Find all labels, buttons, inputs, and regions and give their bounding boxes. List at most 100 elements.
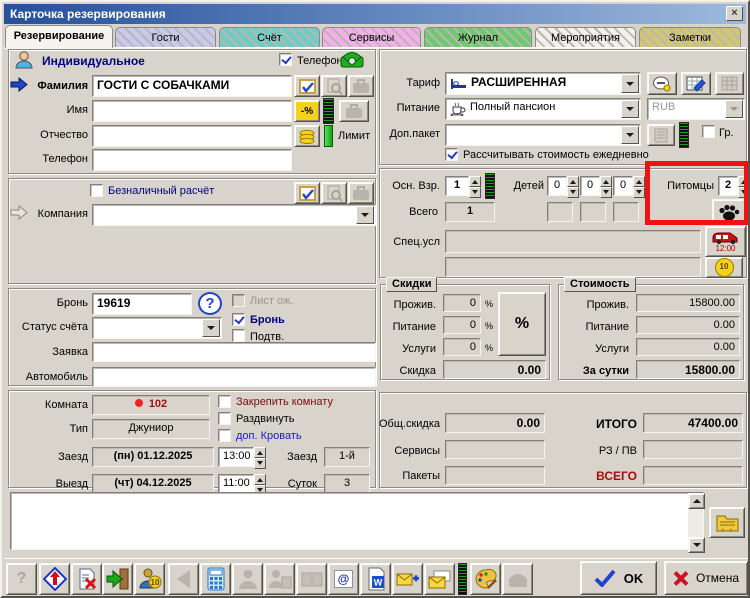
cancel-button[interactable]: Отмена — [664, 561, 748, 595]
account-status-combobox[interactable] — [92, 317, 222, 339]
firstname-input[interactable] — [92, 100, 292, 122]
adults-input[interactable]: 1 — [445, 176, 469, 196]
car-input[interactable] — [92, 367, 376, 387]
tab-services[interactable]: Сервисы — [322, 27, 421, 47]
spin-down-button[interactable] — [567, 187, 579, 198]
ok-button[interactable]: OK — [580, 561, 657, 595]
checkin-door-button[interactable] — [102, 563, 133, 595]
expand-checkbox[interactable] — [218, 412, 231, 425]
tariff-view-button[interactable] — [647, 72, 677, 95]
request-label: Заявка — [30, 346, 88, 358]
doc-disabled-icon — [654, 128, 668, 143]
cancel-reservation-button[interactable] — [71, 563, 102, 595]
checkout-label: Выезд — [30, 478, 88, 490]
daily-calc-checkbox[interactable] — [445, 148, 458, 161]
children2-input[interactable]: 0 — [580, 176, 600, 196]
package-dropdown-button[interactable] — [621, 126, 639, 144]
tab-journal[interactable]: Журнал — [424, 27, 532, 47]
guest-search-button[interactable] — [321, 75, 347, 97]
checkout-time-input[interactable]: 11:00 — [218, 474, 254, 494]
extra-bed-checkbox[interactable] — [218, 429, 231, 442]
notes-textarea[interactable] — [10, 492, 704, 550]
tab-label: Мероприятия — [551, 32, 620, 44]
tab-events[interactable]: Мероприятия — [535, 27, 636, 47]
spin-down-button[interactable] — [469, 187, 481, 198]
guest-card-button[interactable] — [294, 75, 320, 97]
company-search-button[interactable] — [321, 182, 347, 204]
meal-dropdown-button[interactable] — [621, 100, 639, 118]
led-strip-icon — [458, 563, 467, 595]
guest-payment-button[interactable]: 10 — [134, 563, 165, 595]
coin-button[interactable]: 10 — [705, 257, 743, 278]
spin-down-button[interactable] — [633, 187, 645, 198]
led-strip-icon — [679, 122, 689, 148]
spin-up-button[interactable] — [633, 176, 645, 187]
tab-reservation[interactable]: Резервирование — [5, 25, 113, 48]
colors-button[interactable] — [470, 563, 501, 595]
lock-room-checkbox[interactable] — [218, 395, 231, 408]
bron-checkbox[interactable] — [232, 313, 245, 326]
company-dropdown-button[interactable] — [356, 206, 374, 224]
spin-up-button[interactable] — [254, 447, 266, 458]
surname-input[interactable]: ГОСТИ С СОБАЧКАМИ — [92, 75, 292, 97]
children3-input[interactable]: 0 — [613, 176, 633, 196]
special-services-field — [445, 230, 701, 253]
tab-guests[interactable]: Гости — [115, 27, 216, 47]
pets-input[interactable]: 2 — [718, 176, 738, 196]
guest-phone-input[interactable] — [92, 149, 292, 171]
spin-down-button[interactable] — [738, 187, 750, 198]
coins-button[interactable] — [294, 125, 320, 147]
scroll-up-button[interactable] — [688, 493, 705, 509]
word-export-button[interactable]: W — [360, 563, 391, 595]
spin-down-button[interactable] — [254, 458, 266, 469]
tariff-combobox[interactable]: РАСШИРЕННАЯ — [445, 72, 641, 95]
spin-up-button[interactable] — [600, 176, 612, 187]
spin-up-button[interactable] — [469, 176, 481, 187]
spin-down-button[interactable] — [600, 187, 612, 198]
email-button[interactable]: @ — [328, 563, 359, 595]
company-card-button[interactable] — [294, 182, 320, 204]
pets-button[interactable] — [712, 199, 746, 225]
patronymic-input[interactable] — [92, 125, 292, 147]
meal-combobox[interactable]: Полный пансион — [445, 98, 641, 120]
status-dropdown-button[interactable] — [202, 319, 220, 337]
spin-up-button[interactable] — [254, 474, 266, 485]
notes-folder-button[interactable] — [709, 507, 745, 538]
tab-account[interactable]: Счёт — [219, 27, 320, 47]
company-combobox[interactable] — [92, 204, 376, 226]
total-discount-label: Общ.скидка — [362, 418, 440, 430]
spin-up-button[interactable] — [738, 176, 750, 187]
confirm-checkbox[interactable] — [232, 329, 245, 342]
children1-input[interactable]: 0 — [547, 176, 567, 196]
request-input[interactable] — [92, 342, 376, 362]
new-mail-button[interactable] — [392, 563, 423, 595]
spin-up-button[interactable] — [567, 176, 579, 187]
notes-scrollbar[interactable] — [688, 493, 703, 549]
vsego-label: ВСЕГО — [562, 470, 637, 482]
package-combobox[interactable] — [445, 124, 641, 146]
calculator-button[interactable] — [200, 563, 231, 595]
phone-checkbox[interactable] — [279, 53, 292, 66]
package-doc-button — [647, 124, 675, 146]
mail-list-button[interactable] — [424, 563, 455, 595]
suitcase-icon — [345, 104, 363, 119]
checkin-export-button[interactable] — [39, 563, 70, 595]
tariff-edit-button[interactable] — [681, 72, 711, 95]
phone-icon[interactable] — [339, 48, 365, 69]
close-button[interactable]: × — [726, 6, 743, 21]
transfer-button[interactable]: 12:00 — [705, 226, 746, 257]
checkin-time-input[interactable]: 13:00 — [218, 447, 254, 467]
grid-pencil-icon — [686, 75, 706, 92]
palette-icon — [474, 568, 498, 590]
group-checkbox[interactable] — [702, 125, 715, 138]
word-doc-icon: W — [365, 567, 387, 591]
cashless-checkbox[interactable] — [90, 184, 103, 197]
percent-button[interactable]: % — [498, 292, 546, 356]
tab-notes[interactable]: Заметки — [639, 27, 741, 47]
discount-percent-button[interactable]: -% — [294, 100, 320, 122]
scroll-down-button[interactable] — [688, 537, 705, 553]
booking-number-input[interactable]: 19619 — [92, 293, 192, 315]
arrow-right-outline-icon — [10, 205, 28, 220]
booking-help-button[interactable]: ? — [198, 292, 222, 315]
tariff-dropdown-button[interactable] — [621, 74, 639, 93]
